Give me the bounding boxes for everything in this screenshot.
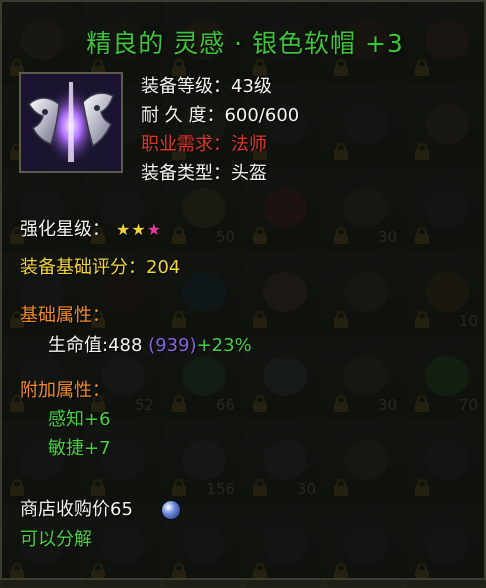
class-requirement-row: 职业需求：法师 bbox=[141, 130, 299, 159]
class-requirement-label: 职业需求： bbox=[141, 134, 231, 155]
star-icon: ★ bbox=[146, 220, 163, 239]
extra-attr-value: +7 bbox=[84, 438, 111, 459]
enhance-stars: ★★★ bbox=[116, 216, 162, 244]
base-score-label: 装备基础评分： bbox=[20, 257, 146, 278]
shop-price-label: 商店收购价 bbox=[20, 499, 110, 520]
hp-attr-value: 488 bbox=[108, 335, 143, 356]
equip-type-value: 头盔 bbox=[231, 163, 267, 184]
extra-attr-header: 附加属性： bbox=[20, 380, 110, 401]
item-tooltip: 精良的 灵感 · 银色软帽 +3 装备等级：43级 耐 久 度：600/600 … bbox=[0, 0, 486, 580]
enhance-row: 强化星级： ★★★ bbox=[20, 216, 162, 244]
hp-attr-total: (939) bbox=[148, 335, 197, 356]
base-score-value: 204 bbox=[146, 257, 181, 278]
hp-attr-row: 生命值:488 (939)+23% bbox=[48, 332, 252, 360]
durability-label: 耐 久 度： bbox=[141, 105, 225, 126]
coin-icon bbox=[160, 500, 181, 520]
shop-price-value: 65 bbox=[110, 499, 133, 520]
hp-attr-bonus: +23% bbox=[196, 335, 252, 356]
durability-row: 耐 久 度：600/600 bbox=[141, 101, 299, 130]
equip-type-label: 装备类型： bbox=[141, 163, 231, 184]
item-stats: 装备等级：43级 耐 久 度：600/600 职业需求：法师 装备类型：头盔 bbox=[141, 72, 299, 188]
extra-attr-name: 敏捷 bbox=[48, 438, 84, 459]
equip-level-row: 装备等级：43级 bbox=[141, 72, 299, 101]
extra-attr-row: 感知+6 bbox=[48, 406, 111, 434]
hp-attr-name: 生命值: bbox=[48, 335, 109, 356]
class-requirement-value: 法师 bbox=[231, 134, 267, 155]
base-attr-header: 基础属性： bbox=[20, 305, 110, 326]
item-title: 精良的 灵感 · 银色软帽 +3 bbox=[86, 29, 404, 58]
decompose-text: 可以分解 bbox=[20, 529, 92, 550]
base-score-row: 装备基础评分：204 bbox=[20, 254, 180, 282]
silver-soft-hat-icon bbox=[21, 74, 121, 171]
extra-attr-name: 感知 bbox=[48, 409, 84, 430]
equip-level-value: 43级 bbox=[231, 76, 272, 97]
extra-attr-row: 敏捷+7 bbox=[48, 435, 111, 463]
item-icon-frame bbox=[19, 72, 123, 173]
enhance-label: 强化星级： bbox=[20, 219, 110, 240]
extra-attr-value: +6 bbox=[84, 409, 111, 430]
star-icon: ★ bbox=[116, 220, 132, 239]
equip-level-label: 装备等级： bbox=[141, 76, 231, 97]
shop-price-row: 商店收购价65 bbox=[20, 496, 181, 524]
star-icon: ★ bbox=[131, 220, 147, 239]
durability-value: 600/600 bbox=[224, 105, 300, 126]
equip-type-row: 装备类型：头盔 bbox=[141, 159, 299, 188]
